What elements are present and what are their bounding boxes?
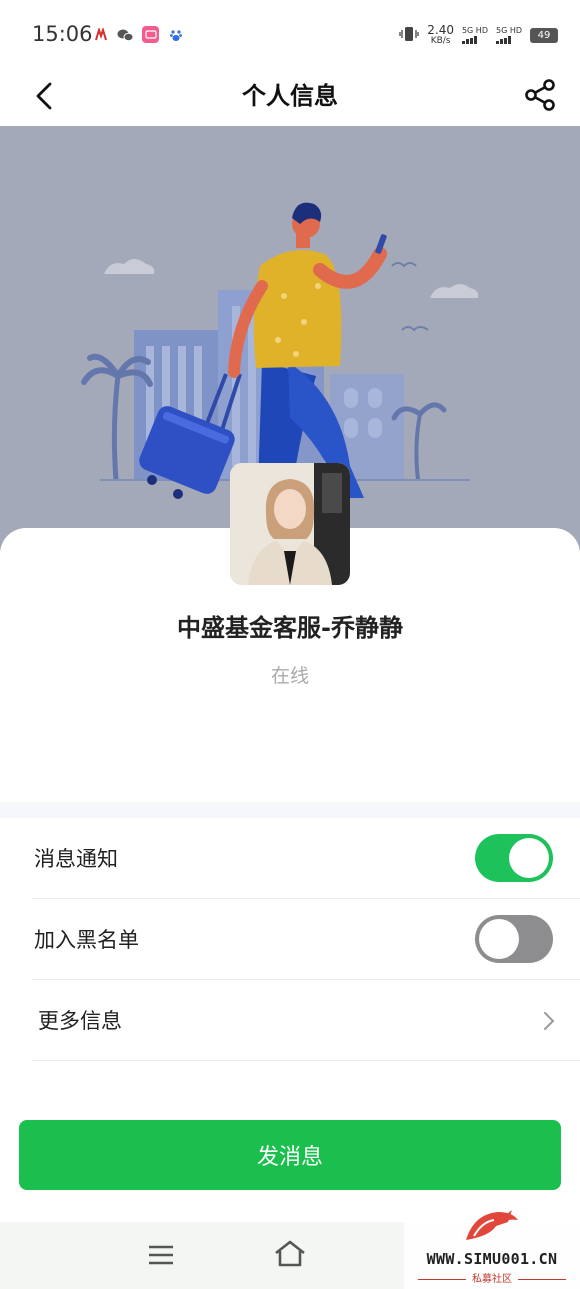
settings-list: 消息通知 加入黑名单 更多信息 (0, 818, 580, 1061)
home-icon (275, 1240, 305, 1267)
toggle-knob (509, 838, 549, 878)
more-info-label: 更多信息 (38, 1009, 122, 1033)
status-time: 15:06 (32, 22, 93, 46)
page-title: 个人信息 (242, 82, 338, 110)
watermark-site: WWW.SIMU001.CN (426, 1250, 558, 1268)
signal-bars-icon (495, 35, 511, 44)
notification-row: 消息通知 (32, 818, 580, 899)
blacklist-row: 加入黑名单 (32, 899, 580, 980)
vibrate-icon (399, 26, 419, 45)
more-info-row[interactable]: 更多信息 (32, 980, 580, 1061)
watermark-caption: 私募社区 (404, 1270, 580, 1285)
baidu-icon (167, 26, 184, 43)
toggle-knob (479, 919, 519, 959)
section-divider (0, 802, 580, 818)
battery-indicator: 49 (530, 27, 558, 43)
profile-name: 中盛基金客服-乔静静 (177, 614, 403, 642)
notification-toggle[interactable] (475, 834, 553, 882)
avatar-portrait-icon (230, 463, 350, 585)
status-app-icons (92, 26, 184, 43)
nav-header: 个人信息 (0, 66, 580, 126)
status-indicators: 2.40 KB/s 5G HD 5G HD 49 (399, 24, 558, 46)
sim2-signal: 5G HD (495, 26, 522, 44)
share-icon (525, 79, 555, 111)
watermark-logo-icon (466, 1210, 518, 1240)
signal-bars-icon (461, 35, 477, 44)
blacklist-label: 加入黑名单 (34, 928, 139, 952)
chevron-right-icon (544, 1012, 555, 1030)
bilibili-icon (142, 26, 159, 43)
status-bar: 15:06 2.40 KB/s 5G HD 5G HD 49 (0, 0, 580, 66)
home-button[interactable] (273, 1239, 307, 1269)
online-status: 在线 (270, 665, 309, 687)
net-speed: 2.40 KB/s (427, 23, 454, 46)
watermark: WWW.SIMU001.CN 私募社区 (404, 1204, 580, 1289)
menu-icon (149, 1245, 173, 1265)
wechat-icon (117, 26, 134, 43)
share-button[interactable] (522, 75, 558, 115)
notification-label: 消息通知 (34, 847, 118, 871)
send-message-button[interactable]: 发消息 (19, 1120, 561, 1190)
menu-button[interactable] (148, 1244, 174, 1266)
sim1-signal: 5G HD (461, 26, 488, 44)
avatar[interactable] (230, 463, 350, 585)
blacklist-toggle[interactable] (475, 915, 553, 963)
app-icon-red (92, 26, 109, 43)
